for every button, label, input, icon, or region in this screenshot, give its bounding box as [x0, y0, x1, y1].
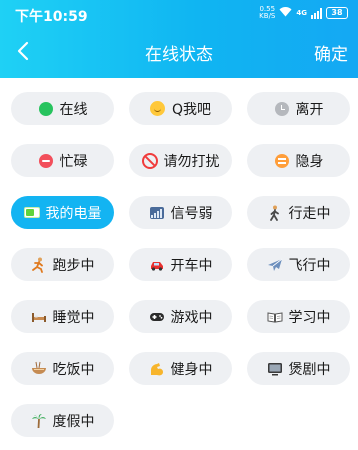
signal-type: 4G	[296, 9, 307, 17]
status-label: 我的电量	[45, 205, 102, 222]
status-away[interactable]: 离开	[247, 92, 350, 125]
battery-icon	[23, 205, 40, 221]
status-online[interactable]: 在线	[11, 92, 114, 125]
tv-icon	[267, 361, 283, 377]
airplane-icon	[267, 257, 283, 273]
status-label: 开车中	[170, 257, 213, 274]
status-label: 在线	[59, 101, 88, 118]
status-invisible[interactable]: 隐身	[247, 144, 350, 177]
bed-icon	[31, 309, 47, 325]
wifi-icon	[279, 6, 292, 20]
battery-status-icon: 38	[326, 7, 348, 19]
weak-signal-icon	[149, 205, 165, 221]
confirm-button[interactable]: 确定	[314, 40, 348, 65]
status-sleeping[interactable]: 睡觉中	[11, 300, 114, 333]
status-label: 学习中	[288, 309, 331, 326]
status-label: 吃饭中	[52, 361, 95, 378]
palm-tree-icon	[31, 413, 47, 429]
status-label: 健身中	[170, 361, 213, 378]
status-label: 游戏中	[170, 309, 213, 326]
status-vacation[interactable]: 度假中	[11, 404, 114, 437]
status-workout[interactable]: 健身中	[129, 352, 232, 385]
status-bar: 下午10:59 0.55 KB/S 4G 38	[0, 0, 358, 30]
status-watching-drama[interactable]: 煲剧中	[247, 352, 350, 385]
gamepad-icon	[149, 309, 165, 325]
status-time: 下午10:59	[15, 9, 88, 25]
status-label: 忙碌	[59, 153, 88, 170]
status-flying[interactable]: 飞行中	[247, 248, 350, 281]
status-label: 度假中	[52, 413, 95, 430]
do-not-disturb-icon	[141, 152, 158, 169]
online-dot-icon	[38, 101, 54, 117]
status-label: 行走中	[288, 205, 331, 222]
book-icon	[267, 309, 283, 325]
status-gaming[interactable]: 游戏中	[129, 300, 232, 333]
navbar: 在线状态 确定	[0, 32, 358, 72]
network-speed: 0.55 KB/S	[259, 6, 275, 20]
noodle-bowl-icon	[31, 361, 47, 377]
status-do-not-disturb[interactable]: 请勿打扰	[129, 144, 232, 177]
status-my-battery[interactable]: 我的电量	[11, 196, 114, 229]
status-label: 煲剧中	[288, 361, 331, 378]
busy-icon	[38, 153, 54, 169]
car-icon	[149, 257, 165, 273]
clock-icon	[274, 101, 290, 117]
status-running[interactable]: 跑步中	[11, 248, 114, 281]
status-q-me[interactable]: Q我吧	[129, 92, 232, 125]
status-walking[interactable]: 行走中	[247, 196, 350, 229]
header: 下午10:59 0.55 KB/S 4G 38 在线状态 确定	[0, 0, 358, 78]
status-studying[interactable]: 学习中	[247, 300, 350, 333]
invisible-icon	[274, 153, 290, 169]
walking-icon	[267, 205, 283, 221]
status-driving[interactable]: 开车中	[129, 248, 232, 281]
status-label: 信号弱	[170, 205, 213, 222]
status-busy[interactable]: 忙碌	[11, 144, 114, 177]
cell-signal-icon	[311, 7, 322, 19]
running-icon	[31, 257, 47, 273]
status-label: 睡觉中	[52, 309, 95, 326]
flexed-biceps-icon	[149, 361, 165, 377]
status-label: 隐身	[295, 153, 324, 170]
status-label: 跑步中	[52, 257, 95, 274]
status-weak-signal[interactable]: 信号弱	[129, 196, 232, 229]
status-label: 飞行中	[288, 257, 331, 274]
smile-icon	[150, 101, 166, 117]
network-speed-unit: KB/S	[259, 12, 276, 20]
status-label: Q我吧	[171, 101, 212, 118]
status-eating[interactable]: 吃饭中	[11, 352, 114, 385]
status-label: 请勿打扰	[163, 153, 220, 170]
status-icons: 0.55 KB/S 4G 38	[259, 6, 348, 20]
status-label: 离开	[295, 101, 324, 118]
page-title: 在线状态	[145, 45, 213, 65]
